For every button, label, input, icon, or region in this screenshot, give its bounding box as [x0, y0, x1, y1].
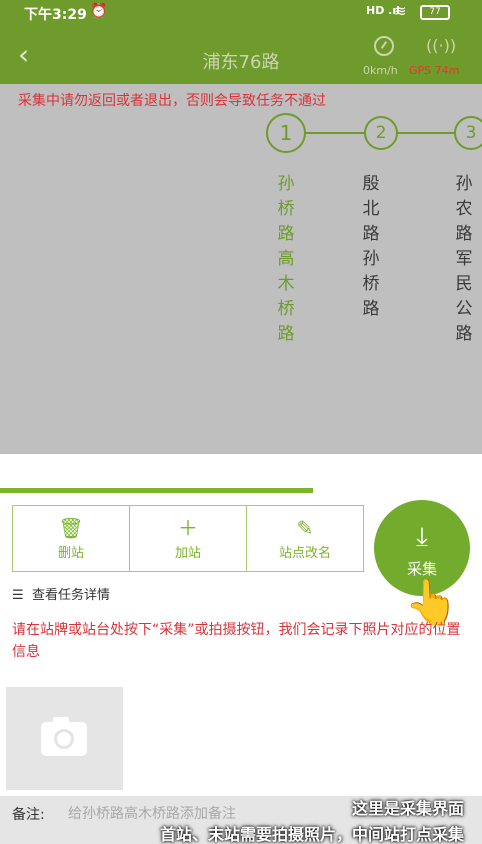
delete-station-button[interactable]: 🗑 删站 [13, 506, 130, 571]
timeline-connector [306, 132, 368, 134]
speedometer-icon [374, 36, 394, 56]
task-details-label: 查看任务详情 [32, 588, 111, 603]
station-timeline: 1 2 3 孙桥路高木桥路 殷北路孙桥路 孙农路军民公路 [0, 113, 482, 446]
gps-accuracy: GPS 74m [409, 64, 460, 77]
remark-label: 备注: [12, 807, 45, 823]
caption-line-2: 首站、末站需要拍摄照片，中间站打点采集 [159, 825, 464, 844]
add-station-label: 加站 [174, 546, 201, 561]
collection-progress [0, 488, 482, 493]
station-name-3: 孙农路军民公路 [455, 174, 473, 344]
photo-capture-button[interactable] [6, 687, 123, 790]
battery-icon: 77 [420, 5, 450, 20]
task-details-link[interactable]: ☰ 查看任务详情 [12, 584, 110, 603]
station-panel: 采集中请勿返回或者退出，否则会导致任务不通过 1 2 3 孙桥路高木桥路 殷北路… [0, 84, 482, 454]
trash-icon: 🗑 [58, 516, 84, 540]
gps-signal-icon: ((·)) [426, 36, 457, 55]
camera-icon [41, 717, 87, 756]
rename-station-button[interactable]: ✎ 站点改名 [247, 506, 363, 571]
timeline-connector [396, 132, 458, 134]
wifi-icon: ≋ [394, 2, 407, 20]
station-name-1: 孙桥路高木桥路 [277, 174, 295, 344]
caption-line-1: 这里是采集界面 [351, 799, 464, 818]
progress-fill [0, 488, 314, 493]
tutorial-caption: 这里是采集界面 首站、末站需要拍摄照片，中间站打点采集 [160, 796, 464, 844]
station-actions: 🗑 删站 ＋ 加站 ✎ 站点改名 [12, 505, 364, 572]
status-bar: 下午3:29 ⏰ HD .ıl ≋ 77 [0, 0, 482, 26]
edit-icon: ✎ [296, 516, 314, 540]
delete-station-label: 删站 [57, 546, 84, 561]
alarm-icon: ⏰ [90, 3, 108, 19]
station-node-1[interactable]: 1 [266, 113, 306, 153]
clock: 下午3:29 [24, 7, 87, 23]
speed-readout: 0km/h [363, 64, 398, 77]
plus-icon: ＋ [178, 516, 198, 540]
station-node-2[interactable]: 2 [364, 116, 398, 150]
top-bar: ‹ 浦东76路 0km/h ((·)) GPS 74m [0, 26, 482, 84]
rename-station-label: 站点改名 [278, 546, 331, 561]
warning-text: 采集中请勿返回或者退出，否则会导致任务不通过 [18, 93, 326, 109]
list-icon: ☰ [12, 588, 24, 603]
station-name-2: 殷北路孙桥路 [362, 174, 380, 319]
download-icon: ⤓ [416, 522, 428, 552]
add-station-button[interactable]: ＋ 加站 [130, 506, 247, 571]
instruction-text: 请在站牌或站台处按下“采集”或拍摄按钮，我们会记录下照片对应的位置信息 [12, 622, 461, 660]
station-node-3[interactable]: 3 [454, 116, 482, 150]
